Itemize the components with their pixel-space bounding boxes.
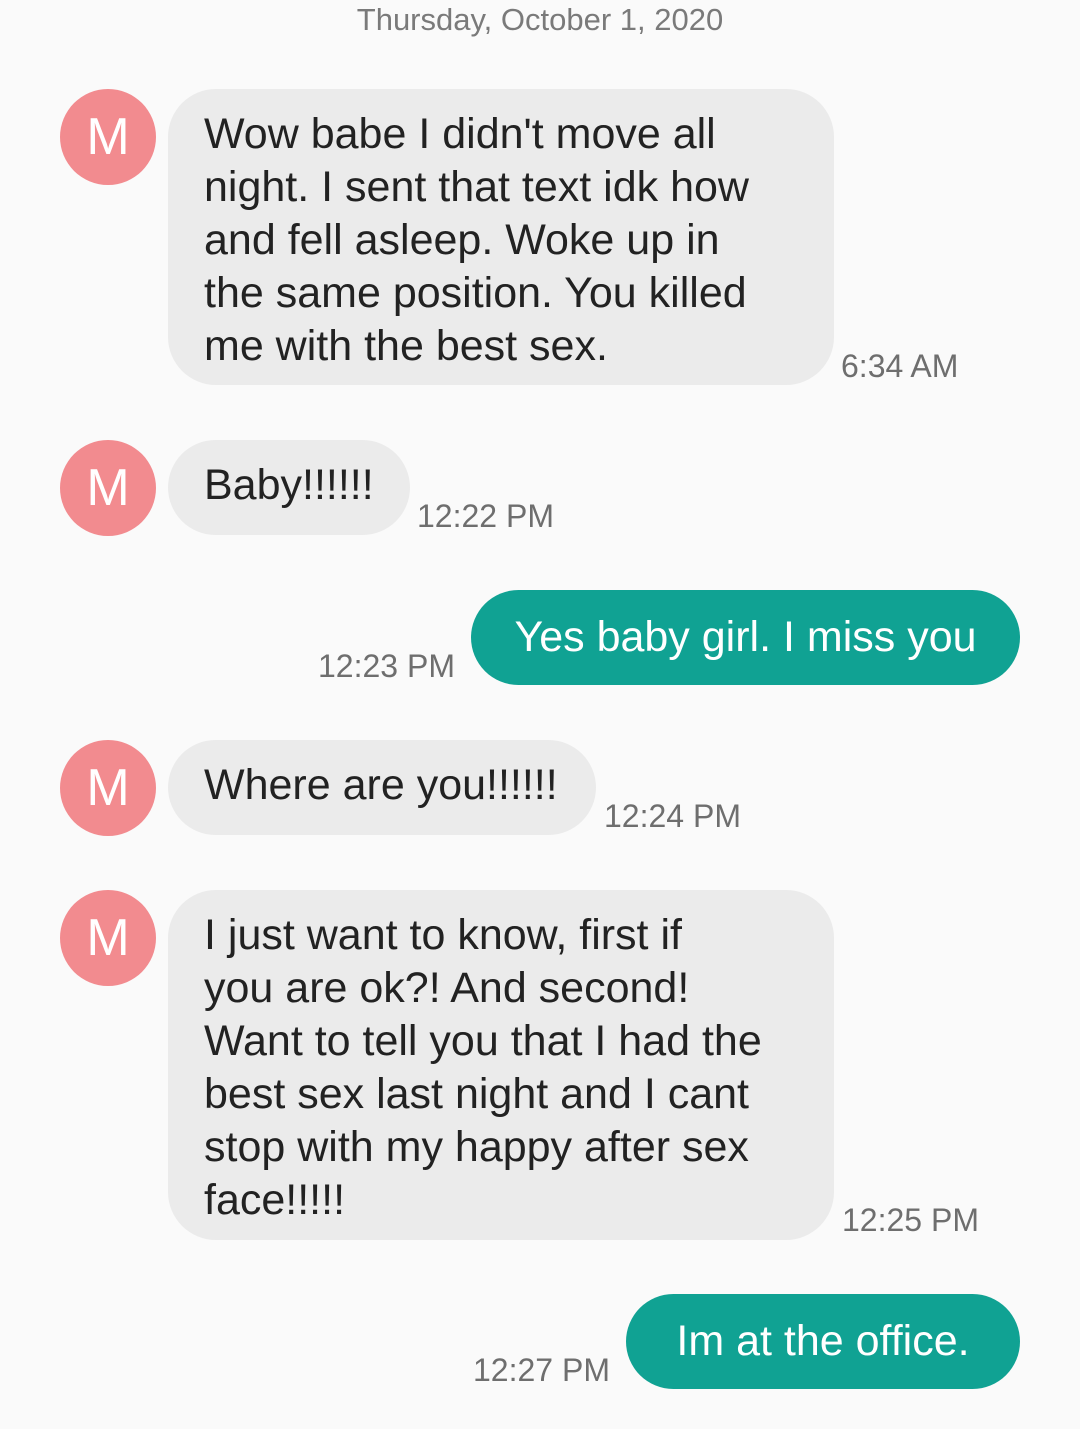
- date-header: Thursday, October 1, 2020: [356, 2, 724, 37]
- message-timestamp: 6:34 AM: [841, 348, 959, 384]
- contact-avatar[interactable]: M: [60, 890, 156, 986]
- contact-avatar[interactable]: M: [60, 440, 156, 536]
- contact-avatar[interactable]: M: [60, 740, 156, 836]
- message-timestamp: 12:24 PM: [604, 798, 741, 834]
- message-bubble-outgoing[interactable]: Yes baby girl. I miss you: [471, 590, 1020, 685]
- message-bubble-incoming[interactable]: Where are you!!!!!!: [168, 740, 596, 835]
- message-timestamp: 12:23 PM: [318, 648, 455, 684]
- message-bubble-outgoing[interactable]: Im at the office.: [626, 1294, 1020, 1389]
- contact-avatar[interactable]: M: [60, 89, 156, 185]
- message-bubble-incoming[interactable]: I just want to know, first if you are ok…: [168, 890, 834, 1240]
- message-timestamp: 12:25 PM: [842, 1202, 979, 1238]
- message-timestamp: 12:22 PM: [417, 498, 554, 534]
- message-timestamp: 12:27 PM: [473, 1352, 610, 1388]
- message-bubble-incoming[interactable]: Baby!!!!!!: [168, 440, 410, 535]
- message-bubble-incoming[interactable]: Wow babe I didn't move all night. I sent…: [168, 89, 834, 385]
